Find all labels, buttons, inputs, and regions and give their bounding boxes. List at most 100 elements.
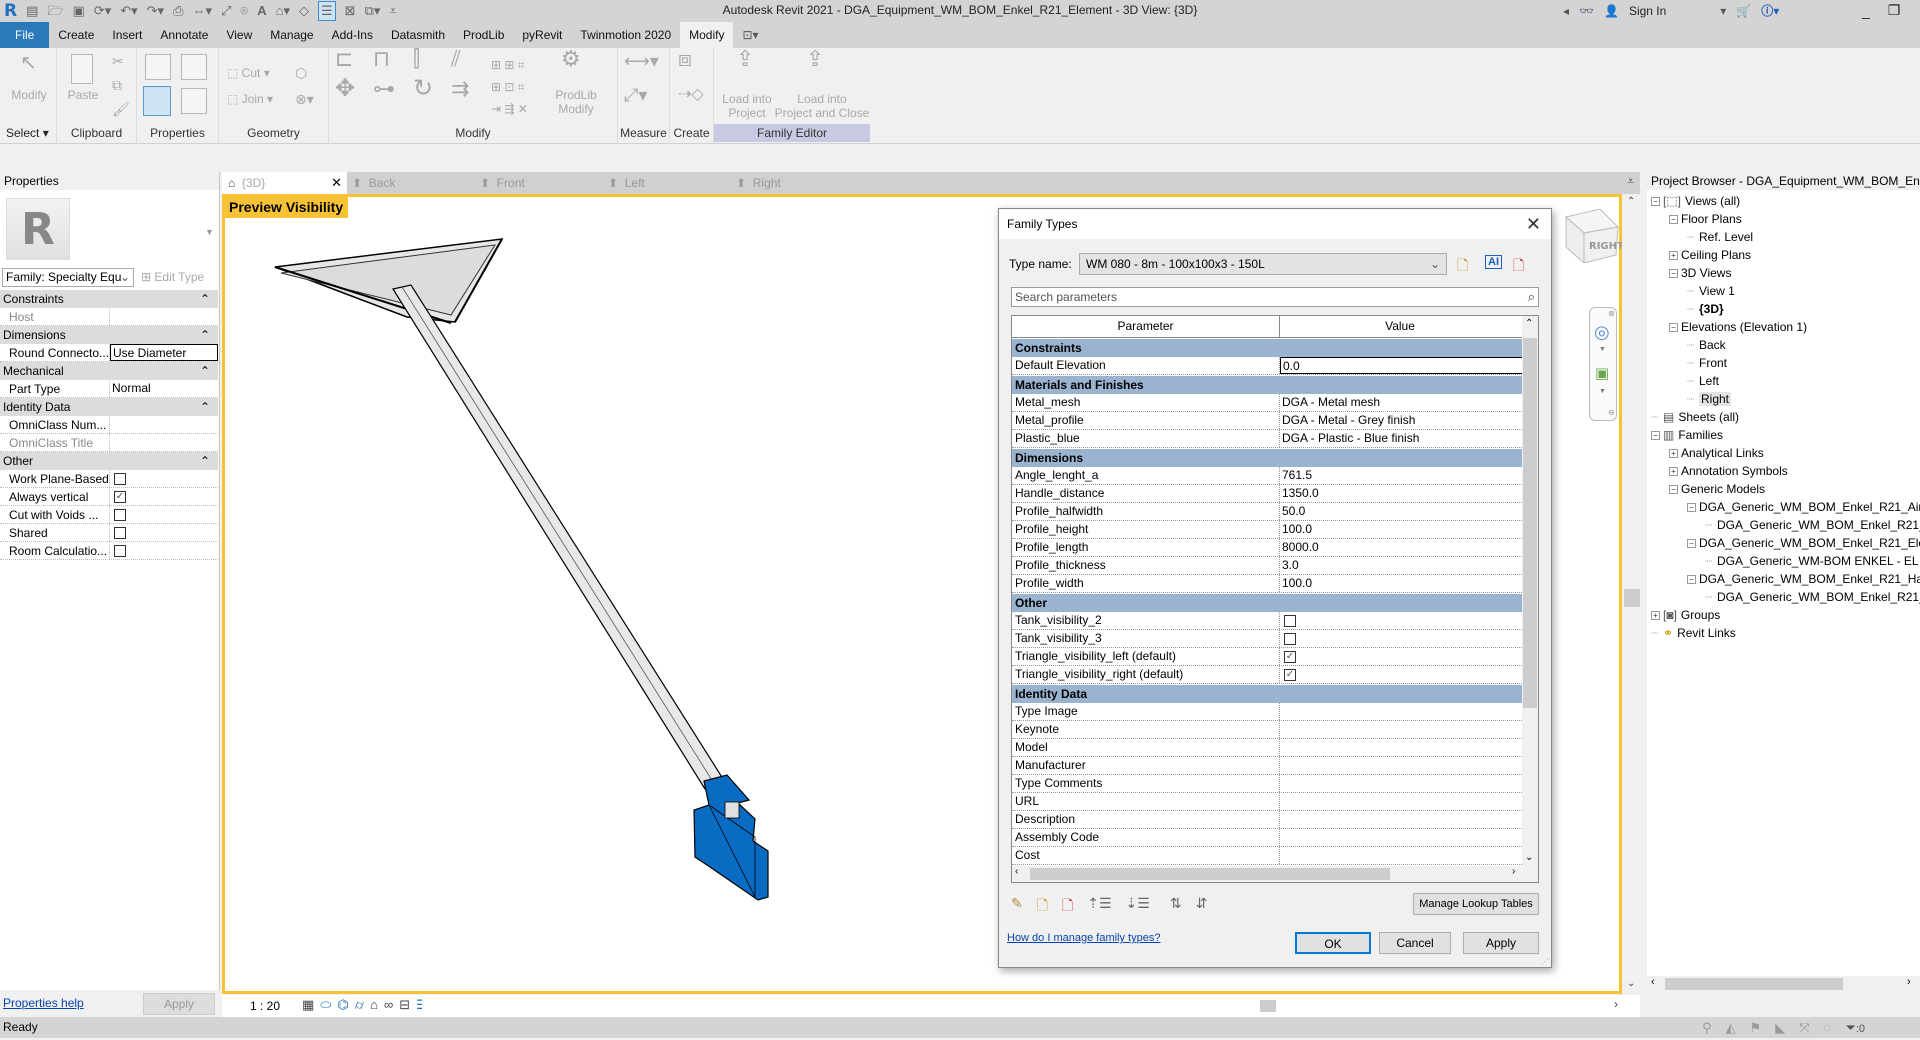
rotate-icon[interactable]: ↻ <box>413 77 433 101</box>
property-group-header[interactable]: Identity Data ⌃ <box>0 398 218 416</box>
parameter-row[interactable]: Tank_visibility_3 <box>1012 630 1538 648</box>
rename-type-icon[interactable]: AI <box>1485 255 1502 269</box>
split-face-icon[interactable]: ⊗▾ <box>295 92 314 106</box>
parameter-value[interactable]: DGA - Metal - Grey finish <box>1280 412 1538 429</box>
parameter-row[interactable]: Angle_lenght_a 761.5 <box>1012 467 1538 485</box>
close-navbar-icon[interactable]: ⊗ <box>1608 309 1615 318</box>
properties-help-link[interactable]: Properties help <box>3 996 84 1010</box>
tab-annotate[interactable]: Annotate <box>151 22 217 48</box>
delete-type-icon[interactable]: 🗋 <box>1513 255 1524 279</box>
steering-wheel-icon[interactable]: ◎ <box>1594 322 1610 343</box>
grid-h-scroll-thumb[interactable] <box>1030 868 1390 880</box>
parameter-row[interactable]: Plastic_blue DGA - Plastic - Blue finish <box>1012 430 1538 448</box>
tab-file[interactable]: File <box>0 22 50 48</box>
restore-icon[interactable]: ❐ <box>1888 2 1901 19</box>
search-parameters-input[interactable]: Search parameters ⌕ <box>1011 287 1539 307</box>
expand-node-icon[interactable]: + <box>1651 611 1660 621</box>
collapse-node-icon[interactable]: − <box>1651 431 1660 441</box>
locked-3d-view-icon[interactable]: ⌂ <box>370 997 378 1013</box>
collapse-node-icon[interactable]: − <box>1669 269 1678 279</box>
collapse-node-icon[interactable]: − <box>1669 215 1678 225</box>
parameter-row[interactable]: Type Comments <box>1012 775 1538 793</box>
view-horizontal-scrollbar[interactable] <box>422 998 1612 1014</box>
manage-lookup-tables-button[interactable]: Manage Lookup Tables <box>1413 893 1539 915</box>
offset-icon[interactable]: ⊓ <box>373 48 390 70</box>
collapse-node-icon[interactable]: − <box>1651 197 1660 207</box>
view-tab-back[interactable]: ⬆ Back <box>352 172 477 194</box>
sign-in-link[interactable]: Sign In <box>1629 4 1666 18</box>
expand-node-icon[interactable]: + <box>1669 251 1678 261</box>
cancel-button[interactable]: Cancel <box>1379 932 1451 954</box>
parameter-row[interactable]: Model <box>1012 739 1538 757</box>
parameter-row[interactable]: Triangle_visibility_left (default) ✓ <box>1012 648 1538 666</box>
grid-scroll-up-icon[interactable]: ⌃ <box>1525 318 1533 329</box>
parameter-value[interactable]: 761.5 <box>1280 467 1538 484</box>
new-parameter-icon[interactable]: 🗋 <box>1037 895 1048 919</box>
parameter-row[interactable]: Profile_length 8000.0 <box>1012 539 1538 557</box>
move-up-icon[interactable]: ⇡☰ <box>1087 895 1111 919</box>
array-icon[interactable]: ⊞ ⊡ ⌗ <box>491 80 525 94</box>
tree-node[interactable]: ┈ DGA_Generic_WM-BOM ENKEL - EL <box>1647 552 1920 570</box>
tab-list-dropdown-icon[interactable]: ⩡ <box>1627 174 1634 189</box>
sun-path-icon[interactable]: ⌬ <box>337 997 348 1013</box>
create-group-icon[interactable]: ⇢◇ <box>678 87 704 103</box>
property-group-header[interactable]: Constraints ⌃ <box>0 290 218 308</box>
scroll-right-icon[interactable]: › <box>1614 997 1618 1011</box>
tree-node[interactable]: − Floor Plans <box>1647 210 1920 228</box>
browser-scroll-left-icon[interactable]: ‹ <box>1651 976 1655 988</box>
steering-wheel-dropdown-icon[interactable]: ▼ <box>1599 346 1606 353</box>
background-process-icon[interactable]: ◌ <box>1824 1017 1832 1040</box>
parameter-value[interactable] <box>1280 811 1538 828</box>
property-group-header[interactable]: Mechanical ⌃ <box>0 362 218 380</box>
prodlib-modify-button[interactable]: ProdLib Modify <box>553 88 599 116</box>
type-name-select[interactable]: WM 080 - 8m - 100x100x3 - 150L ⌄ <box>1079 253 1447 275</box>
temporary-hide-icon[interactable]: ∞ <box>384 997 393 1013</box>
h-scroll-thumb[interactable] <box>1260 1000 1276 1012</box>
tab-prodlib[interactable]: ProdLib <box>454 22 513 48</box>
dialog-close-icon[interactable]: ✕ <box>1526 209 1541 239</box>
edit-type-button[interactable]: ⊞ Edit Type <box>141 270 204 284</box>
parameter-value[interactable]: 100.0 <box>1280 575 1538 592</box>
drag-elements-icon[interactable]: ⤧ <box>1799 1017 1809 1040</box>
property-checkbox[interactable] <box>114 544 126 557</box>
parameter-row[interactable]: Handle_distance 1350.0 <box>1012 485 1538 503</box>
shadows-icon[interactable]: ⌭ <box>355 997 364 1013</box>
view-tab-3d[interactable]: ⌂ {3D} ✕ <box>222 172 347 194</box>
tree-node[interactable]: + [◙] Groups <box>1647 606 1920 624</box>
type-properties-icon[interactable] <box>181 88 207 114</box>
parameter-row[interactable]: Profile_width 100.0 <box>1012 575 1538 593</box>
parameter-row[interactable]: Default Elevation 0.0 <box>1012 357 1538 375</box>
parameter-value[interactable] <box>1280 721 1538 738</box>
prodlib-modify-icon[interactable]: ⚙ <box>561 48 581 70</box>
select-dropdown[interactable]: Select ▾ <box>0 124 56 142</box>
family-category-icon[interactable] <box>145 54 171 80</box>
match-properties-icon[interactable]: 🖌 <box>112 102 130 116</box>
join-geometry-button[interactable]: ⬚ Join ▾ <box>227 92 273 106</box>
parameter-value[interactable]: 3.0 <box>1280 557 1538 574</box>
expand-node-icon[interactable]: + <box>1669 467 1678 477</box>
tree-node[interactable]: ┈ DGA_Generic_WM_BOM_Enkel_R21_ <box>1647 516 1920 534</box>
ribbon-minimize-toggle[interactable]: ⊡▾ <box>733 22 767 48</box>
viewcube[interactable]: RIGHT <box>1560 203 1624 265</box>
help-icon[interactable]: ⓘ▾ <box>1761 2 1779 19</box>
parameter-row[interactable]: URL <box>1012 793 1538 811</box>
parameter-row[interactable]: Cost <box>1012 847 1538 865</box>
tab-datasmith[interactable]: Datasmith <box>382 22 454 48</box>
load-and-close-icon[interactable]: ⇪ <box>806 48 824 70</box>
parameter-value[interactable] <box>1280 829 1538 846</box>
select-pinned-icon[interactable]: ⚑ <box>1750 1017 1762 1040</box>
paste-icon[interactable] <box>71 54 93 84</box>
collapse-node-icon[interactable]: − <box>1687 575 1696 585</box>
load-into-project-button[interactable]: Load into Project <box>716 92 778 120</box>
parameter-row[interactable]: Description <box>1012 811 1538 829</box>
browser-scroll-right-icon[interactable]: › <box>1907 976 1911 988</box>
tab-pyrevit[interactable]: pyRevit <box>513 22 571 48</box>
scroll-up-icon[interactable]: ⌃ <box>1627 196 1635 207</box>
tab-twinmotion[interactable]: Twinmotion 2020 <box>571 22 680 48</box>
collapse-group-icon[interactable]: ⌃ <box>200 452 210 470</box>
tree-node[interactable]: + Analytical Links <box>1647 444 1920 462</box>
zoom-dropdown-icon[interactable]: ▼ <box>1599 388 1606 395</box>
parameter-value[interactable]: DGA - Plastic - Blue finish <box>1280 430 1538 447</box>
col-parameter[interactable]: Parameter <box>1012 316 1280 337</box>
property-value[interactable]: Use Diameter <box>110 344 218 361</box>
